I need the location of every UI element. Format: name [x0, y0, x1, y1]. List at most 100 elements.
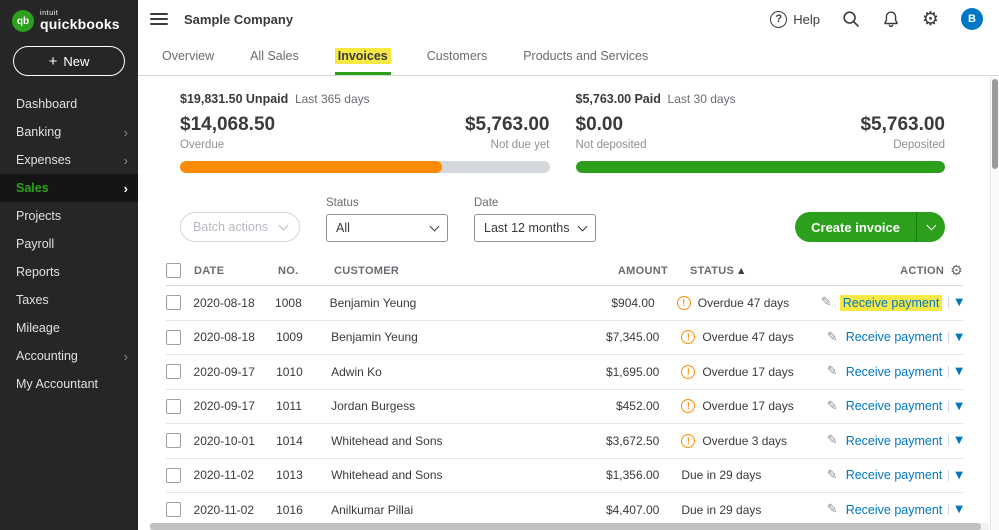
invoice-actions: ✎ Receive payment ▼: [827, 330, 963, 345]
overdue-warning-icon: !: [681, 330, 695, 344]
invoice-status: ! Overdue 47 days: [655, 296, 821, 310]
action-dropdown-caret[interactable]: ▼: [948, 504, 963, 515]
sidebar-item-mileage[interactable]: Mileage ›: [0, 314, 138, 342]
user-avatar[interactable]: B: [961, 8, 983, 30]
row-checkbox[interactable]: [166, 433, 181, 448]
header-no[interactable]: NO.: [278, 265, 334, 277]
vertical-scrollbar[interactable]: [990, 77, 999, 530]
sidebar-item-taxes[interactable]: Taxes ›: [0, 286, 138, 314]
sidebar-item-reports[interactable]: Reports ›: [0, 258, 138, 286]
edit-pencil-icon[interactable]: ✎: [827, 399, 838, 414]
customer-name[interactable]: Benjamin Yeung: [331, 330, 488, 344]
invoice-status-text: Overdue 17 days: [702, 399, 793, 413]
receive-payment-link[interactable]: Receive payment: [846, 434, 943, 448]
horizontal-scrollbar-thumb[interactable]: [150, 523, 981, 530]
sidebar-item-expenses[interactable]: Expenses ›: [0, 146, 138, 174]
row-checkbox[interactable]: [166, 468, 181, 483]
invoice-amount: $7,345.00: [488, 330, 659, 344]
unpaid-summary: $19,831.50 Unpaid Last 365 days: [180, 92, 550, 106]
create-invoice-dropdown-caret[interactable]: [917, 212, 945, 242]
sidebar-item-my-accountant[interactable]: My Accountant ›: [0, 370, 138, 398]
customer-name[interactable]: Jordan Burgess: [331, 399, 488, 413]
invoice-amount: $904.00: [485, 296, 654, 310]
company-name: Sample Company: [184, 12, 293, 27]
sidebar-item-projects[interactable]: Projects ›: [0, 202, 138, 230]
tab-customers[interactable]: Customers: [427, 49, 487, 75]
sidebar-item-payroll[interactable]: Payroll ›: [0, 230, 138, 258]
topbar-actions: ? Help ⚙ B: [770, 8, 983, 30]
edit-pencil-icon[interactable]: ✎: [827, 364, 838, 379]
header-date[interactable]: DATE: [194, 265, 278, 277]
select-all-checkbox[interactable]: [166, 263, 181, 278]
edit-pencil-icon[interactable]: ✎: [827, 330, 838, 345]
row-checkbox[interactable]: [166, 330, 181, 345]
quickbooks-logo-text: intuit quickbooks: [40, 10, 120, 32]
row-checkbox[interactable]: [166, 502, 181, 517]
sidebar-item-dashboard[interactable]: Dashboard ›: [0, 90, 138, 118]
customer-name[interactable]: Whitehead and Sons: [331, 434, 488, 448]
date-filter-dropdown[interactable]: Last 12 months: [474, 214, 596, 242]
table-settings-gear-icon[interactable]: ⚙: [950, 263, 963, 279]
horizontal-scrollbar[interactable]: [150, 523, 989, 530]
row-checkbox[interactable]: [166, 364, 181, 379]
action-dropdown-caret[interactable]: ▼: [948, 401, 963, 412]
edit-pencil-icon[interactable]: ✎: [821, 295, 832, 310]
tab-products-services[interactable]: Products and Services: [523, 49, 648, 75]
receive-payment-link[interactable]: Receive payment: [846, 330, 943, 344]
customer-name[interactable]: Benjamin Yeung: [330, 296, 486, 310]
search-icon[interactable]: [842, 10, 860, 28]
action-dropdown-caret[interactable]: ▼: [948, 332, 963, 343]
receive-payment-link[interactable]: Receive payment: [846, 503, 943, 517]
action-dropdown-caret[interactable]: ▼: [948, 435, 963, 446]
create-invoice-button[interactable]: Create invoice: [795, 212, 917, 242]
receive-payment-link[interactable]: Receive payment: [840, 295, 943, 311]
hamburger-menu-icon[interactable]: [150, 13, 168, 25]
not-deposited-label: Not deposited: [576, 139, 647, 151]
unpaid-money-bar[interactable]: [180, 161, 550, 173]
chevron-down-icon: [279, 220, 289, 230]
edit-pencil-icon[interactable]: ✎: [827, 433, 838, 448]
edit-pencil-icon[interactable]: ✎: [827, 468, 838, 483]
receive-payment-link[interactable]: Receive payment: [846, 468, 943, 482]
header-status[interactable]: STATUS ▲: [668, 265, 838, 277]
sidebar-item-accounting[interactable]: Accounting ›: [0, 342, 138, 370]
paid-money-bar[interactable]: [576, 161, 946, 173]
tab-all-sales[interactable]: All Sales: [250, 49, 299, 75]
edit-pencil-icon[interactable]: ✎: [827, 502, 838, 517]
receive-payment-link[interactable]: Receive payment: [846, 365, 943, 379]
customer-name[interactable]: Whitehead and Sons: [331, 468, 488, 482]
row-checkbox[interactable]: [166, 399, 181, 414]
status-filter-dropdown[interactable]: All: [326, 214, 448, 242]
vertical-scrollbar-thumb[interactable]: [992, 79, 998, 169]
action-dropdown-caret[interactable]: ▼: [948, 366, 963, 377]
invoice-number: 1013: [276, 468, 331, 482]
help-button[interactable]: ? Help: [770, 11, 820, 28]
header-customer[interactable]: CUSTOMER: [334, 265, 494, 277]
receive-payment-link[interactable]: Receive payment: [846, 399, 943, 413]
customer-name[interactable]: Adwin Ko: [331, 365, 488, 379]
overdue-warning-icon: !: [681, 399, 695, 413]
sidebar-item-label: Sales: [16, 181, 49, 195]
row-checkbox[interactable]: [166, 295, 181, 310]
create-invoice-split-button: Create invoice: [795, 212, 945, 242]
overdue-warning-icon: !: [677, 296, 691, 310]
quickbooks-logo: qb intuit quickbooks: [0, 0, 138, 38]
deposited-bar-segment[interactable]: [576, 161, 946, 173]
notifications-bell-icon[interactable]: [882, 10, 900, 28]
sidebar-item-banking[interactable]: Banking ›: [0, 118, 138, 146]
sidebar-item-label: Projects: [16, 209, 61, 223]
invoice-row: 2020-10-01 1014 Whitehead and Sons $3,67…: [166, 424, 963, 459]
tab-invoices[interactable]: Invoices: [335, 49, 391, 75]
batch-actions-dropdown[interactable]: Batch actions: [180, 212, 300, 242]
action-dropdown-caret[interactable]: ▼: [948, 297, 963, 308]
invoice-number: 1010: [276, 365, 331, 379]
new-button[interactable]: + New: [13, 46, 125, 76]
header-amount[interactable]: AMOUNT: [494, 265, 668, 277]
paid-period: Last 30 days: [668, 92, 736, 106]
settings-gear-icon[interactable]: ⚙: [922, 10, 939, 29]
tab-overview[interactable]: Overview: [162, 49, 214, 75]
sidebar-item-sales[interactable]: Sales ›: [0, 174, 138, 202]
overdue-bar-segment[interactable]: [180, 161, 442, 173]
action-dropdown-caret[interactable]: ▼: [948, 470, 963, 481]
customer-name[interactable]: Anilkumar Pillai: [331, 503, 488, 517]
